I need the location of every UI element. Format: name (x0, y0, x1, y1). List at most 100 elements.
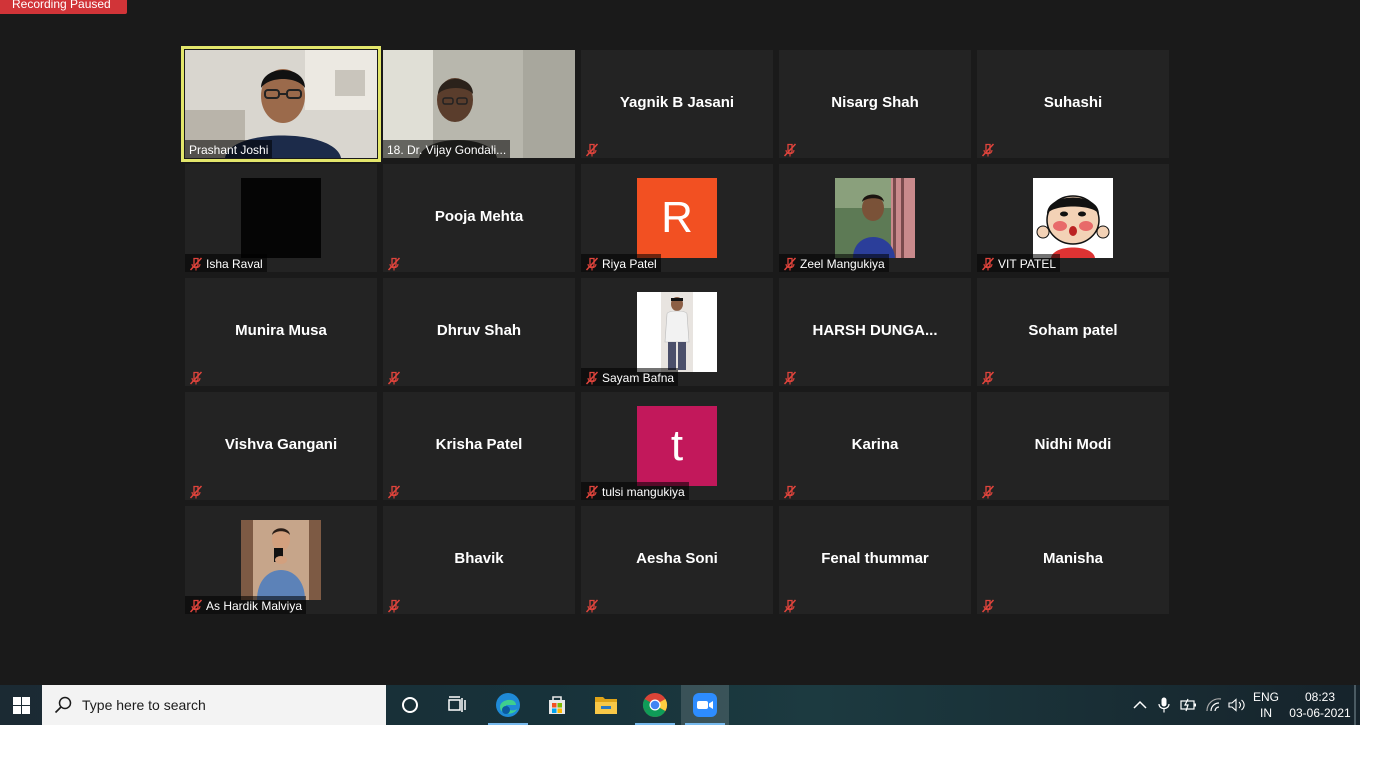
search-icon (54, 696, 72, 714)
participant-nameplate (779, 140, 801, 158)
muted-mic-icon (387, 257, 401, 271)
participant-tile[interactable]: Pooja Mehta (383, 164, 575, 272)
participant-display-name: Aesha Soni (636, 550, 718, 567)
participant-name-label: Prashant Joshi (189, 143, 269, 157)
edge-button[interactable] (484, 685, 532, 725)
muted-mic-icon (981, 371, 995, 385)
input-language-indicator[interactable]: ENG IN (1250, 685, 1282, 725)
recording-paused-badge[interactable]: Recording Paused (0, 0, 127, 14)
participant-tile[interactable]: Prashant Joshi (181, 46, 381, 162)
participant-avatar (835, 178, 915, 258)
participant-nameplate (185, 368, 207, 386)
participant-display-name: Munira Musa (235, 322, 327, 339)
muted-mic-icon (189, 257, 203, 271)
participant-display-name: Krisha Patel (435, 436, 523, 453)
participant-display-name: Nisarg Shah (831, 94, 919, 111)
participant-initial-avatar: t (637, 406, 717, 486)
participant-nameplate (185, 482, 207, 500)
muted-mic-icon (585, 371, 599, 385)
participant-name-label: VIT PATEL (998, 257, 1057, 271)
clock-button[interactable]: 08:23 03-06-2021 (1286, 685, 1354, 725)
file-explorer-button[interactable] (582, 685, 630, 725)
microphone-tray-button[interactable] (1154, 685, 1174, 725)
participant-tile[interactable]: HARSH DUNGA... (779, 278, 971, 386)
clock-time: 08:23 (1304, 690, 1335, 704)
participant-name-label: 18. Dr. Vijay Gondali... (387, 143, 507, 157)
participant-nameplate: 18. Dr. Vijay Gondali... (383, 140, 511, 158)
muted-mic-icon (585, 143, 599, 157)
participant-tile[interactable]: Zeel Mangukiya (779, 164, 971, 272)
participant-tile[interactable]: Nisarg Shah (779, 50, 971, 158)
participant-tile[interactable]: As Hardik Malviya (185, 506, 377, 614)
participant-name-label: tulsi mangukiya (602, 485, 685, 499)
participant-name-label: Sayam Bafna (602, 371, 675, 385)
participant-nameplate (383, 254, 405, 272)
network-tray-button[interactable] (1203, 685, 1225, 725)
participant-avatar (637, 292, 717, 372)
participant-nameplate: VIT PATEL (977, 254, 1061, 272)
participant-display-name: Pooja Mehta (434, 208, 524, 225)
participant-name-label: Riya Patel (602, 257, 657, 271)
participant-tile[interactable]: Yagnik B Jasani (581, 50, 773, 158)
participant-tile[interactable]: Dhruv Shah (383, 278, 575, 386)
battery-tray-button[interactable] (1178, 685, 1200, 725)
store-icon (549, 696, 565, 714)
muted-mic-icon (585, 485, 599, 499)
participant-tile[interactable]: Manisha (977, 506, 1169, 614)
participant-tile[interactable]: R Riya Patel (581, 164, 773, 272)
participant-tile[interactable]: VIT PATEL (977, 164, 1169, 272)
participant-display-name: Dhruv Shah (436, 322, 522, 339)
participant-display-name: Bhavik (454, 550, 504, 567)
wifi-icon (1206, 698, 1222, 712)
participant-nameplate (977, 596, 999, 614)
participant-tile[interactable]: Vishva Gangani (185, 392, 377, 500)
participant-tile[interactable]: Karina (779, 392, 971, 500)
start-button[interactable] (0, 685, 42, 725)
muted-mic-icon (981, 599, 995, 613)
gallery-grid: Prashant Joshi 18. Dr. Vijay Gondali... Ya… (181, 46, 1169, 614)
muted-mic-icon (783, 143, 797, 157)
store-button[interactable] (533, 685, 581, 725)
participant-nameplate: Isha Raval (185, 254, 267, 272)
participant-tile[interactable]: Krisha Patel (383, 392, 575, 500)
running-indicator (685, 723, 725, 725)
chevron-up-icon (1133, 700, 1147, 709)
show-hidden-icons-button[interactable] (1130, 685, 1150, 725)
running-indicator (635, 723, 675, 725)
chrome-button[interactable] (631, 685, 679, 725)
muted-mic-icon (387, 599, 401, 613)
participant-tile[interactable]: Aesha Soni (581, 506, 773, 614)
participant-tile[interactable]: Soham patel (977, 278, 1169, 386)
participant-tile[interactable]: Nidhi Modi (977, 392, 1169, 500)
participant-tile[interactable]: Fenal thummar (779, 506, 971, 614)
muted-mic-icon (189, 371, 203, 385)
participant-tile[interactable]: Suhashi (977, 50, 1169, 158)
muted-mic-icon (585, 599, 599, 613)
participant-display-name: Yagnik B Jasani (619, 94, 735, 111)
participant-tile[interactable]: Munira Musa (185, 278, 377, 386)
participant-display-name: Karina (851, 436, 899, 453)
muted-mic-icon (783, 371, 797, 385)
zoom-button[interactable] (681, 685, 729, 725)
participant-nameplate: Prashant Joshi (185, 140, 273, 158)
cortana-icon (402, 697, 418, 713)
participant-tile[interactable]: 18. Dr. Vijay Gondali... (383, 50, 575, 158)
muted-mic-icon (783, 485, 797, 499)
cortana-button[interactable] (386, 685, 434, 725)
taskbar-search-box[interactable]: Type here to search (42, 685, 386, 725)
language-code: ENG (1252, 690, 1279, 704)
participant-nameplate (779, 368, 801, 386)
participant-tile[interactable]: t tulsi mangukiya (581, 392, 773, 500)
participant-tile[interactable]: Bhavik (383, 506, 575, 614)
participant-tile[interactable]: Isha Raval (185, 164, 377, 272)
show-desktop-divider[interactable] (1354, 685, 1356, 725)
muted-mic-icon (981, 143, 995, 157)
muted-mic-icon (783, 599, 797, 613)
task-view-button[interactable] (434, 685, 482, 725)
volume-tray-button[interactable] (1226, 685, 1248, 725)
participant-nameplate (581, 596, 603, 614)
participant-display-name: Soham patel (1028, 322, 1118, 339)
chrome-icon (642, 693, 668, 718)
participant-tile[interactable]: Sayam Bafna (581, 278, 773, 386)
muted-mic-icon (189, 599, 203, 613)
